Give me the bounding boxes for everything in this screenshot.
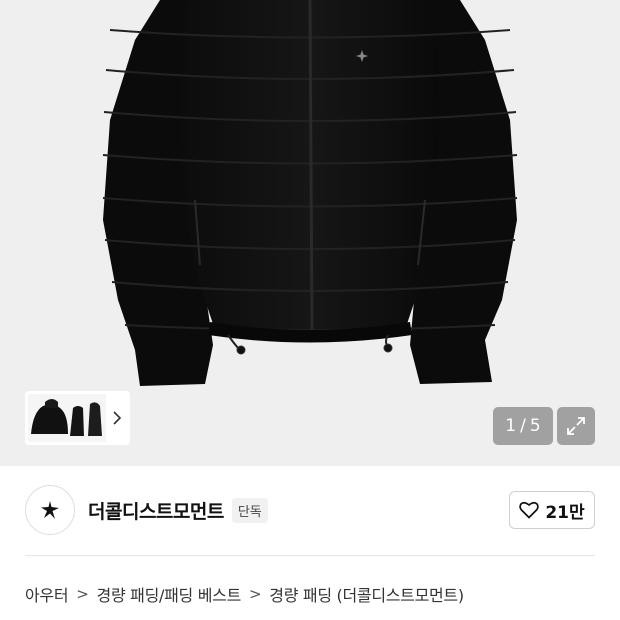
divider (25, 555, 595, 556)
expand-button[interactable] (557, 407, 595, 445)
like-button[interactable]: 21만 (509, 491, 595, 529)
product-gallery[interactable]: 1 / 5 (0, 0, 620, 466)
image-counter: 1 / 5 (493, 407, 553, 445)
brand-logo[interactable] (25, 485, 75, 535)
brand-name[interactable]: 더콜디스트모먼트 (88, 497, 224, 524)
thumbnail-image[interactable] (28, 394, 106, 442)
counter-total: 5 (529, 416, 541, 436)
exclusive-badge: 단독 (231, 497, 268, 523)
heart-icon (519, 501, 540, 519)
like-count: 21만 (545, 502, 585, 523)
expand-icon (567, 417, 585, 435)
chevron-right-icon: > (249, 585, 262, 603)
chevron-right-icon: > (76, 585, 89, 603)
breadcrumb: 아우터 > 경량 패딩/패딩 베스트 > 경량 패딩 (더콜디스트모먼트) (25, 582, 464, 606)
breadcrumb-item-light-padding-vest[interactable]: 경량 패딩/패딩 베스트 (97, 582, 242, 606)
star-logo-icon (41, 501, 59, 519)
chevron-right-icon[interactable] (106, 394, 128, 442)
breadcrumb-item-light-padding-brand[interactable]: 경량 패딩 (더콜디스트모먼트) (269, 582, 464, 606)
thumbnail-strip[interactable] (25, 391, 130, 445)
counter-separator: / (520, 416, 526, 436)
counter-current: 1 (505, 416, 517, 436)
brand-row: 더콜디스트모먼트 단독 21만 (25, 484, 595, 536)
breadcrumb-item-outer[interactable]: 아우터 (25, 582, 69, 606)
